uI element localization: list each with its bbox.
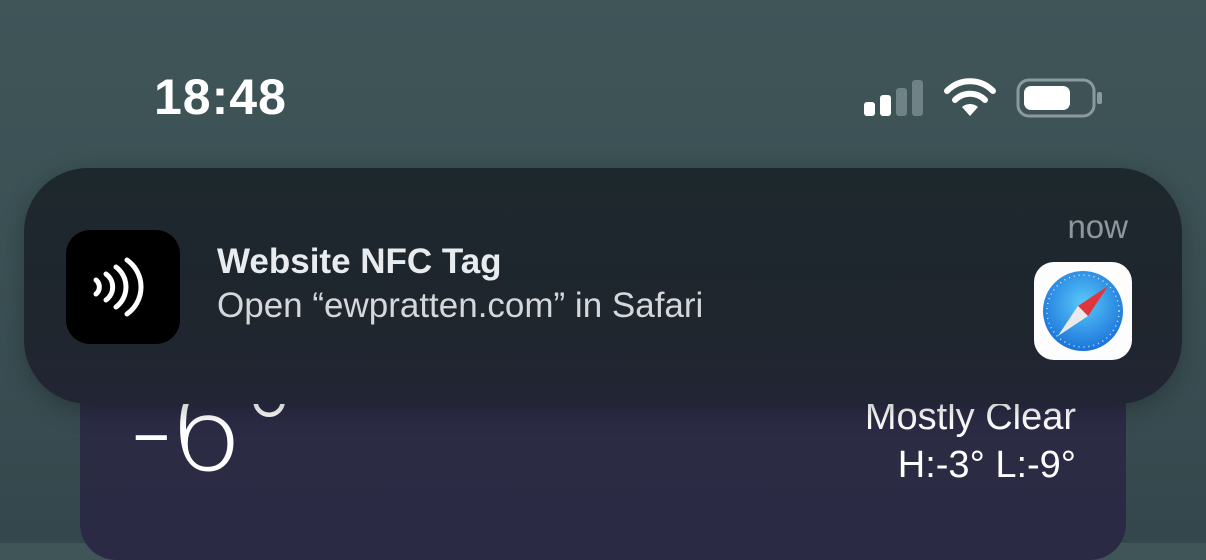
notification-body: Open “ewpratten.com” in Safari: [217, 286, 704, 325]
cellular-signal-icon: [864, 80, 923, 116]
status-time: 18:48: [154, 69, 287, 125]
battery-icon: [1016, 78, 1102, 118]
nfc-icon: [66, 230, 180, 344]
notification-banner[interactable]: Website NFC Tag Open “ewpratten.com” in …: [24, 168, 1182, 404]
notification-title: Website NFC Tag: [217, 242, 502, 281]
notification-time: now: [1067, 208, 1128, 245]
status-bar: 18:48: [0, 0, 1206, 160]
wifi-icon: [944, 78, 996, 116]
safari-icon[interactable]: [1034, 262, 1132, 360]
weather-high-low: H:-3° L:-9°: [897, 444, 1076, 486]
